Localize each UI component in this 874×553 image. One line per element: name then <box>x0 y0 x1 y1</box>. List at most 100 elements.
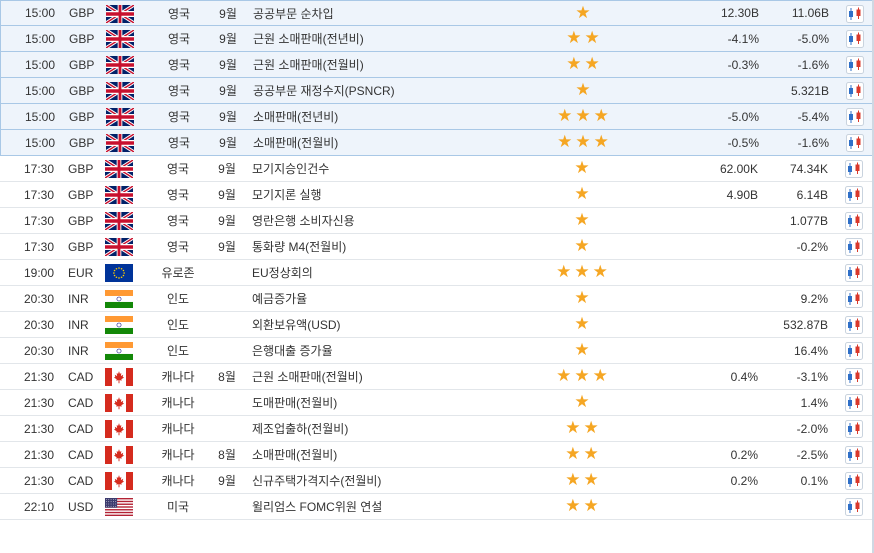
event-name[interactable]: 영란은행 소비자신용 <box>252 208 542 233</box>
currency-code: GBP <box>68 213 94 228</box>
event-name[interactable]: 소매판매(전월비) <box>252 442 542 467</box>
event-row[interactable]: 21:30 CAD 캐나다 9월 신규주택가격지수(전월비) ★ ★ 0.2% 0.1% <box>0 468 874 494</box>
candlestick-chart-icon[interactable] <box>846 56 864 74</box>
currency-code: CAD <box>68 447 94 462</box>
event-row[interactable]: 21:30 CAD 캐나다 8월 소매판매(전월비) ★ ★ 0.2% -2.5% <box>0 442 874 468</box>
event-name[interactable]: 신규주택가격지수(전월비) <box>252 468 542 493</box>
event-row[interactable]: 17:30 GBP 영국 9월 통화량 M4(전월비) ★ -0.2% <box>0 234 874 260</box>
event-time: 21:30 <box>24 447 55 462</box>
importance-stars: ★ <box>548 312 616 337</box>
candlestick-chart-icon[interactable] <box>845 238 863 256</box>
candlestick-chart-icon[interactable] <box>845 446 863 464</box>
candlestick-chart-icon[interactable] <box>845 368 863 386</box>
event-time: 19:00 <box>24 265 55 280</box>
event-row[interactable]: 20:30 INR 인도 예금증가율 ★ 9.2% <box>0 286 874 312</box>
event-row[interactable]: 15:00 GBP 영국 9월 소매판매(전년비) ★ ★ ★ -5.0% -5.4% <box>0 104 874 130</box>
candlestick-chart-icon[interactable] <box>845 420 863 438</box>
importance-stars: ★ <box>548 234 616 259</box>
candlestick-chart-icon[interactable] <box>845 394 863 412</box>
star-icon: ★ <box>557 132 573 152</box>
candlestick-chart-icon[interactable] <box>845 290 863 308</box>
country-name: 영국 <box>167 58 191 72</box>
country-name: 캐나다 <box>161 422 195 436</box>
event-name[interactable]: 소매판매(전년비) <box>253 104 543 129</box>
event-time: 15:00 <box>25 109 56 124</box>
country-name: 영국 <box>167 6 191 21</box>
event-name[interactable]: 도매판매(전월비) <box>252 390 542 415</box>
event-row[interactable]: 22:10 USD 미국 윌리엄스 FOMC위원 연설 ★ ★ <box>0 494 874 520</box>
event-name[interactable]: 제조업출하(전월비) <box>252 416 542 441</box>
india-flag-icon <box>105 316 133 334</box>
event-name[interactable]: 근원 소매판매(전월비) <box>253 52 543 77</box>
event-name[interactable]: EU정상회의 <box>252 260 542 285</box>
event-name[interactable]: 은행대출 증가율 <box>252 338 542 363</box>
candlestick-chart-icon[interactable] <box>845 342 863 360</box>
uk-flag-icon <box>106 56 134 74</box>
event-name[interactable]: 소매판매(전월비) <box>253 130 543 155</box>
currency-code: GBP <box>68 187 94 202</box>
event-row[interactable]: 15:00 GBP 영국 9월 공공부문 순차입 ★ 12.30B 11.06B <box>0 0 874 26</box>
candlestick-chart-icon[interactable] <box>845 212 863 230</box>
candlestick-chart-icon[interactable] <box>846 134 864 152</box>
event-name[interactable]: 공공부문 재정수지(PSNCR) <box>253 78 543 103</box>
event-name[interactable]: 외환보유액(USD) <box>252 312 542 337</box>
candlestick-chart-icon[interactable] <box>846 30 864 48</box>
event-row[interactable]: 17:30 GBP 영국 9월 모기지승인건수 ★ 62.00K 74.34K <box>0 156 874 182</box>
candlestick-chart-icon[interactable] <box>845 160 863 178</box>
event-name[interactable]: 윌리엄스 FOMC위원 연설 <box>252 494 542 519</box>
candlestick-chart-icon[interactable] <box>846 82 864 100</box>
importance-stars: ★ ★ <box>548 494 616 519</box>
star-icon: ★ <box>593 132 609 152</box>
event-row[interactable]: 21:30 CAD 캐나다 제조업출하(전월비) ★ ★ -2.0% <box>0 416 874 442</box>
event-name[interactable]: 예금증가율 <box>252 286 542 311</box>
event-name[interactable]: 근원 소매판매(전년비) <box>253 26 543 51</box>
event-row[interactable]: 15:00 GBP 영국 9월 소매판매(전월비) ★ ★ ★ -0.5% -1.6% <box>0 130 874 156</box>
currency-code: INR <box>68 291 89 306</box>
currency-code: GBP <box>69 31 95 46</box>
star-icon: ★ <box>574 314 590 334</box>
usa-flag-icon <box>105 498 133 516</box>
forecast-value: -2.0% <box>796 421 828 436</box>
candlestick-chart-icon[interactable] <box>846 108 864 126</box>
event-period: 9월 <box>218 240 236 254</box>
importance-stars: ★ ★ <box>549 26 617 51</box>
uk-flag-icon <box>106 108 134 126</box>
event-name[interactable]: 통화량 M4(전월비) <box>252 234 542 259</box>
importance-stars: ★ <box>548 338 616 363</box>
event-row[interactable]: 15:00 GBP 영국 9월 공공부문 재정수지(PSNCR) ★ 5.321B <box>0 78 874 104</box>
star-icon: ★ <box>566 54 582 74</box>
candlestick-chart-icon[interactable] <box>845 498 863 516</box>
event-name[interactable]: 근원 소매판매(전월비) <box>252 364 542 389</box>
actual-value <box>650 312 758 337</box>
actual-value <box>650 208 758 233</box>
candlestick-chart-icon[interactable] <box>845 186 863 204</box>
event-time: 15:00 <box>25 6 56 20</box>
event-name[interactable]: 공공부문 순차입 <box>253 1 543 25</box>
candlestick-chart-icon[interactable] <box>846 5 864 23</box>
event-time: 15:00 <box>25 83 56 98</box>
event-row[interactable]: 21:30 CAD 캐나다 도매판매(전월비) ★ 1.4% <box>0 390 874 416</box>
event-name[interactable]: 모기지론 실행 <box>252 182 542 207</box>
event-time: 21:30 <box>24 369 55 384</box>
event-row[interactable]: 15:00 GBP 영국 9월 근원 소매판매(전년비) ★ ★ -4.1% -5.0% <box>0 26 874 52</box>
event-name[interactable]: 모기지승인건수 <box>252 156 542 181</box>
event-row[interactable]: 17:30 GBP 영국 9월 영란은행 소비자신용 ★ 1.077B <box>0 208 874 234</box>
event-row[interactable]: 20:30 INR 인도 외환보유액(USD) ★ 532.87B <box>0 312 874 338</box>
candlestick-chart-icon[interactable] <box>845 472 863 490</box>
event-time: 17:30 <box>24 187 55 202</box>
event-row[interactable]: 15:00 GBP 영국 9월 근원 소매판매(전월비) ★ ★ -0.3% -1.6% <box>0 52 874 78</box>
forecast-value: 0.1% <box>800 473 828 488</box>
event-row[interactable]: 20:30 INR 인도 은행대출 증가율 ★ 16.4% <box>0 338 874 364</box>
star-icon: ★ <box>575 2 591 23</box>
event-row[interactable]: 21:30 CAD 캐나다 8월 근원 소매판매(전월비) ★ ★ ★ 0.4% -3.1% <box>0 364 874 390</box>
country-name: 캐나다 <box>161 474 195 488</box>
event-time: 17:30 <box>24 239 55 254</box>
candlestick-chart-icon[interactable] <box>845 264 863 282</box>
currency-code: CAD <box>68 421 94 436</box>
event-row[interactable]: 19:00 EUR 유로존 EU정상회의 ★ ★ ★ <box>0 260 874 286</box>
event-row[interactable]: 17:30 GBP 영국 9월 모기지론 실행 ★ 4.90B 6.14B <box>0 182 874 208</box>
star-icon: ★ <box>566 28 582 48</box>
candlestick-chart-icon[interactable] <box>845 316 863 334</box>
importance-stars: ★ <box>548 286 616 311</box>
importance-stars: ★ ★ <box>548 442 616 467</box>
